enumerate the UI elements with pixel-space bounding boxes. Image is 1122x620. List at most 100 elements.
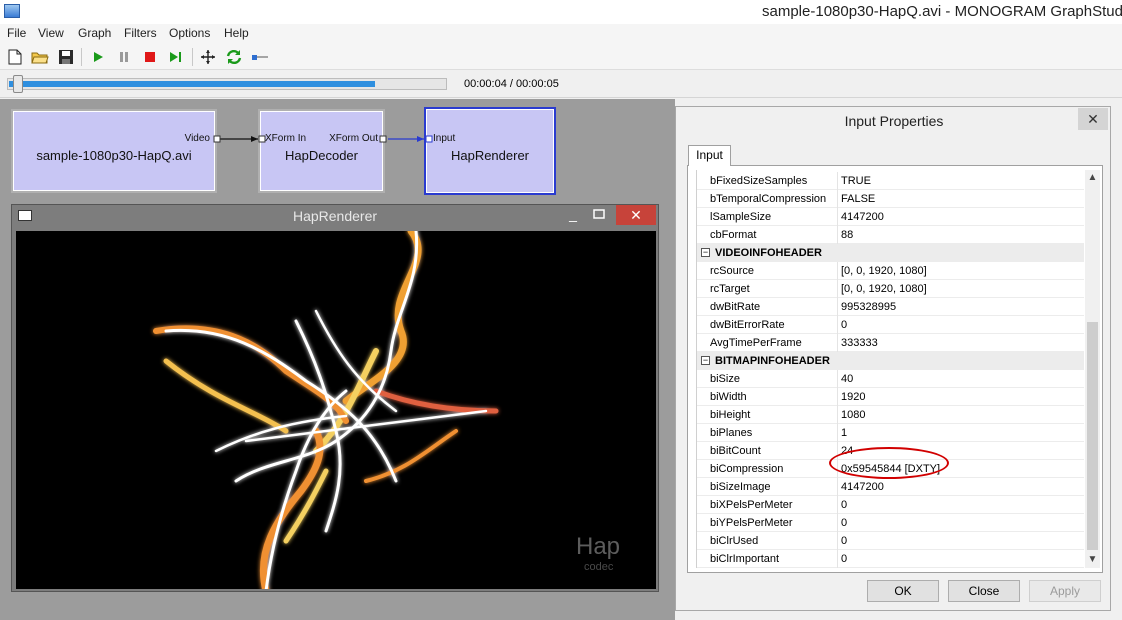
property-row[interactable]: biSizeImage 4147200 xyxy=(697,478,1084,496)
toolbar-separator xyxy=(81,48,82,66)
property-name: biXPelsPerMeter xyxy=(710,499,793,511)
toolbar xyxy=(0,44,1122,70)
property-row[interactable]: biXPelsPerMeter 0 xyxy=(697,496,1084,514)
column-divider xyxy=(837,496,838,514)
open-folder-icon[interactable] xyxy=(31,48,49,66)
property-value: 0 xyxy=(841,319,848,331)
property-name: biWidth xyxy=(710,391,747,403)
app-icon xyxy=(4,4,20,18)
menu-graph[interactable]: Graph xyxy=(78,26,111,40)
column-divider xyxy=(837,316,838,334)
property-row[interactable]: biHeight 1080 xyxy=(697,406,1084,424)
property-row[interactable]: rcTarget [0, 0, 1920, 1080] xyxy=(697,280,1084,298)
scroll-up-icon[interactable]: ▲ xyxy=(1085,170,1100,186)
property-row[interactable]: biYPelsPerMeter 0 xyxy=(697,514,1084,532)
column-divider xyxy=(837,424,838,442)
seek-progress xyxy=(9,81,375,87)
dialog-title: Input Properties xyxy=(844,113,944,129)
maximize-button[interactable] xyxy=(590,207,608,223)
property-name: biYPelsPerMeter xyxy=(710,517,793,529)
property-row[interactable]: dwBitErrorRate 0 xyxy=(697,316,1084,334)
new-icon[interactable] xyxy=(6,48,24,66)
property-value: 0 xyxy=(841,499,848,511)
column-divider xyxy=(837,190,838,208)
property-row[interactable]: bTemporalCompression FALSE xyxy=(697,190,1084,208)
column-divider xyxy=(837,280,838,298)
ok-button[interactable]: OK xyxy=(867,580,939,602)
close-button[interactable]: Close xyxy=(948,580,1020,602)
dialog-close-button[interactable]: ✕ xyxy=(1078,108,1108,130)
renderer-window: HapRenderer _ ✕ Hap codec xyxy=(11,204,659,592)
renderer-titlebar[interactable]: HapRenderer _ ✕ xyxy=(12,205,658,227)
refresh-icon[interactable] xyxy=(225,48,243,66)
stop-icon[interactable] xyxy=(141,48,159,66)
connection-lines xyxy=(213,135,433,143)
menu-file[interactable]: File xyxy=(7,26,26,40)
vertical-scrollbar[interactable]: ▲ ▼ xyxy=(1085,170,1100,568)
property-row[interactable]: biSize 40 xyxy=(697,370,1084,388)
apply-button[interactable]: Apply xyxy=(1029,580,1101,602)
scroll-thumb[interactable] xyxy=(1087,322,1098,550)
window-title: sample-1080p30-HapQ.avi - MONOGRAM Graph… xyxy=(762,3,1122,20)
collapse-icon[interactable]: − xyxy=(701,248,710,257)
property-name: AvgTimePerFrame xyxy=(710,337,802,349)
property-value: 4147200 xyxy=(841,211,884,223)
property-grid[interactable]: bFixedSizeSamples TRUE bTemporalCompressio… xyxy=(696,170,1084,568)
column-divider xyxy=(837,406,838,424)
property-row[interactable]: biWidth 1920 xyxy=(697,388,1084,406)
pause-icon[interactable] xyxy=(115,48,133,66)
property-value: 40 xyxy=(841,373,854,385)
property-row[interactable]: biClrUsed 0 xyxy=(697,532,1084,550)
property-name: biSizeImage xyxy=(710,481,771,493)
move-icon[interactable] xyxy=(199,48,217,66)
column-divider xyxy=(837,262,838,280)
seek-icon[interactable] xyxy=(251,48,269,66)
property-value: [0, 0, 1920, 1080] xyxy=(841,283,927,295)
property-value: TRUE xyxy=(841,175,871,187)
property-row[interactable]: dwBitRate 995328995 xyxy=(697,298,1084,316)
property-section[interactable]: − BITMAPINFOHEADER xyxy=(697,352,1084,370)
property-value: 0 xyxy=(841,553,848,565)
property-row[interactable]: biClrImportant 0 xyxy=(697,550,1084,568)
property-name: biHeight xyxy=(710,409,751,421)
column-divider xyxy=(837,208,838,226)
collapse-icon[interactable]: − xyxy=(701,356,710,365)
scroll-down-icon[interactable]: ▼ xyxy=(1085,552,1100,568)
property-name: lSampleSize xyxy=(710,211,772,223)
property-name: biClrImportant xyxy=(710,553,780,565)
menu-help[interactable]: Help xyxy=(224,26,249,40)
play-icon[interactable] xyxy=(89,48,107,66)
hap-watermark-sub: codec xyxy=(584,561,614,573)
property-name: biCompression xyxy=(710,463,784,475)
property-name: biBitCount xyxy=(710,445,761,457)
title-bar: sample-1080p30-HapQ.avi - MONOGRAM Graph… xyxy=(0,0,1122,24)
property-value: FALSE xyxy=(841,193,876,205)
property-name: bFixedSizeSamples xyxy=(710,175,808,187)
step-icon[interactable] xyxy=(167,48,185,66)
property-row[interactable]: bFixedSizeSamples TRUE xyxy=(697,172,1084,190)
input-properties-dialog: Input Properties ✕ Input bFixedSizeSampl… xyxy=(675,106,1111,611)
column-divider xyxy=(837,532,838,550)
column-divider xyxy=(837,298,838,316)
seek-thumb[interactable] xyxy=(13,75,23,93)
property-row[interactable]: lSampleSize 4147200 xyxy=(697,208,1084,226)
property-row[interactable]: AvgTimePerFrame 333333 xyxy=(697,334,1084,352)
close-button[interactable]: ✕ xyxy=(616,205,656,225)
time-display: 00:00:04 / 00:00:05 xyxy=(464,78,559,90)
hap-watermark: Hap xyxy=(576,533,621,560)
minimize-button[interactable]: _ xyxy=(564,207,582,223)
property-row[interactable]: biPlanes 1 xyxy=(697,424,1084,442)
menu-filters[interactable]: Filters xyxy=(124,26,157,40)
property-section[interactable]: − VIDEOINFOHEADER xyxy=(697,244,1084,262)
tab-input[interactable]: Input xyxy=(688,145,731,166)
video-frame: Hap codec xyxy=(16,231,656,589)
menu-options[interactable]: Options xyxy=(169,26,210,40)
column-divider xyxy=(837,550,838,568)
seek-slider[interactable] xyxy=(7,78,447,90)
column-divider xyxy=(837,226,838,244)
property-row[interactable]: rcSource [0, 0, 1920, 1080] xyxy=(697,262,1084,280)
menu-view[interactable]: View xyxy=(38,26,64,40)
property-row[interactable]: cbFormat 88 xyxy=(697,226,1084,244)
column-divider xyxy=(837,478,838,496)
save-icon[interactable] xyxy=(57,48,75,66)
